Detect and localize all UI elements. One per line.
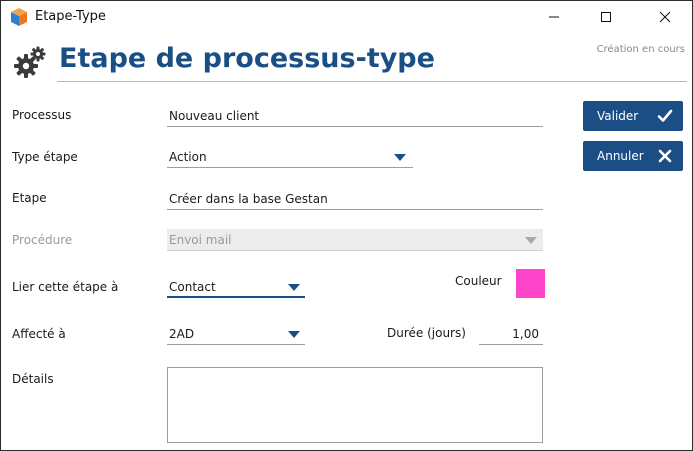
affecte-label: Affecté à [12, 327, 66, 341]
etape-value: Créer dans la base Gestan [169, 192, 328, 206]
type-etape-label: Type étape [12, 150, 78, 164]
processus-field[interactable]: Nouveau client [167, 105, 543, 127]
color-swatch[interactable] [516, 269, 545, 298]
maximize-icon [601, 12, 611, 22]
procedure-select: Envoi mail [167, 229, 543, 251]
window-title: Etape-Type [35, 9, 106, 24]
chevron-down-icon [288, 331, 300, 338]
x-icon [658, 149, 672, 163]
status-text: Création en cours [596, 44, 685, 55]
affecte-select[interactable]: 2AD [167, 323, 305, 345]
close-button[interactable] [642, 1, 688, 33]
chevron-down-icon [525, 237, 537, 244]
details-label: Détails [12, 372, 54, 386]
valider-button[interactable]: Valider [583, 101, 683, 131]
procedure-value: Envoi mail [169, 233, 232, 247]
duree-field[interactable]: 1,00 [479, 323, 543, 345]
affecte-value: 2AD [169, 327, 195, 341]
processus-value: Nouveau client [169, 109, 260, 123]
chevron-down-icon [394, 154, 406, 161]
lier-label: Lier cette étape à [12, 280, 119, 294]
couleur-label: Couleur [455, 274, 502, 288]
details-textarea[interactable] [167, 367, 543, 443]
etape-label: Etape [12, 191, 47, 205]
annuler-label: Annuler [597, 149, 644, 163]
page-title: Etape de processus-type [59, 43, 435, 74]
duree-label: Durée (jours) [387, 326, 466, 340]
dialog-window: Etape-Type Etape de processus-type Créat… [0, 0, 693, 451]
type-etape-select[interactable]: Action [167, 146, 413, 168]
chevron-down-icon [288, 284, 300, 291]
processus-label: Processus [12, 108, 72, 122]
check-icon [657, 109, 673, 122]
minimize-button[interactable] [531, 1, 577, 33]
type-etape-value: Action [169, 150, 207, 164]
lier-value: Contact [169, 280, 216, 294]
gears-icon [14, 46, 46, 78]
app-cube-icon [11, 8, 27, 26]
annuler-button[interactable]: Annuler [583, 141, 683, 171]
close-icon [659, 11, 671, 23]
lier-select[interactable]: Contact [167, 276, 305, 298]
minimize-icon [549, 16, 559, 18]
header-divider [57, 81, 687, 82]
valider-label: Valider [597, 109, 639, 123]
title-bar[interactable]: Etape-Type [1, 1, 692, 33]
procedure-label: Procédure [12, 233, 73, 247]
maximize-button[interactable] [583, 1, 629, 33]
etape-field[interactable]: Créer dans la base Gestan [167, 188, 543, 210]
duree-value: 1,00 [512, 327, 539, 341]
